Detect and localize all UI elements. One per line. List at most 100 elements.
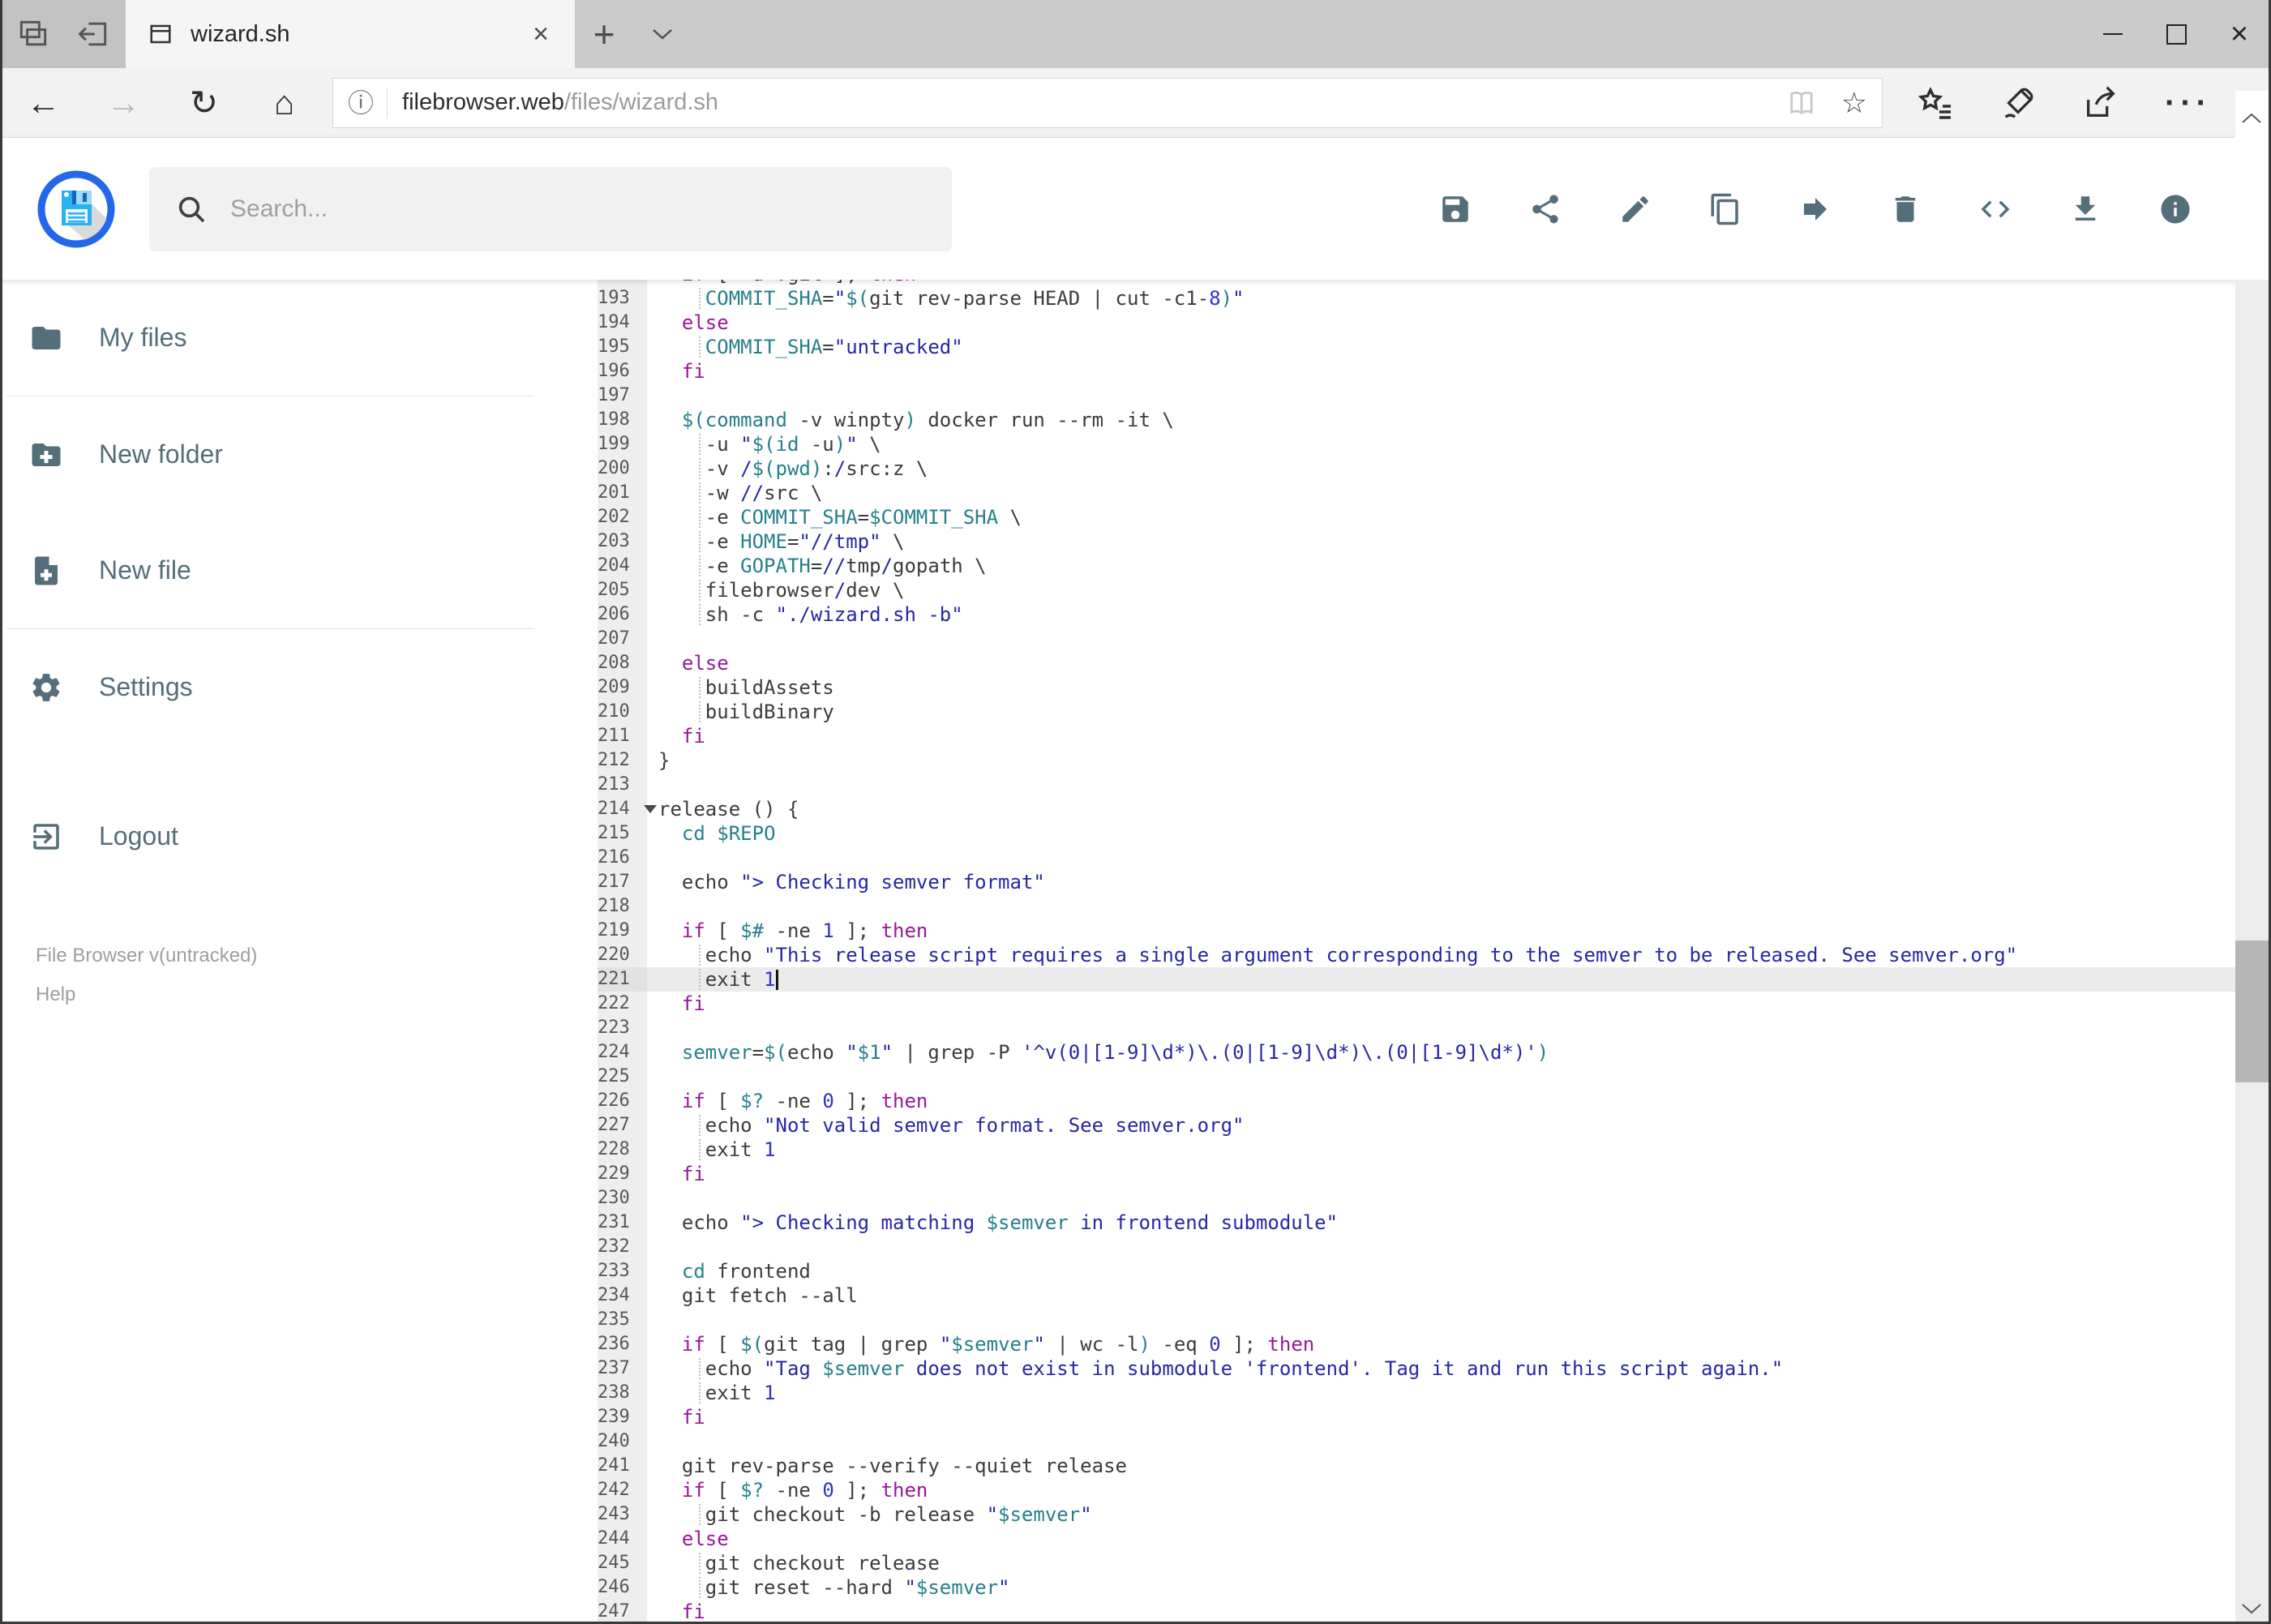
code-text[interactable]: -e GOPATH=//tmp/gopath \ — [647, 554, 2235, 578]
code-line-243[interactable]: 243 git checkout -b release "$semver" — [598, 1502, 2235, 1527]
line-number[interactable]: 209 — [598, 675, 647, 700]
rename-button[interactable] — [1618, 191, 1653, 227]
line-number[interactable]: 223 — [598, 1016, 647, 1040]
code-line-200[interactable]: 200 -v /$(pwd):/src:z \ — [598, 456, 2235, 481]
code-text[interactable]: if [ $? -ne 0 ]; then — [647, 1089, 2235, 1113]
code-line-223[interactable]: 223 — [598, 1016, 2235, 1040]
line-number[interactable]: 198 — [598, 408, 647, 432]
line-number[interactable]: 238 — [598, 1381, 647, 1405]
code-line-194[interactable]: 194 else — [598, 311, 2235, 335]
code-line-214[interactable]: 214 release () { — [598, 797, 2235, 821]
code-line-211[interactable]: 211 fi — [598, 724, 2235, 748]
code-line-226[interactable]: 226 if [ $? -ne 0 ]; then — [598, 1089, 2235, 1113]
code-line-203[interactable]: 203 -e HOME="//tmp" \ — [598, 529, 2235, 554]
code-text[interactable]: fi — [647, 992, 2235, 1016]
code-line-207[interactable]: 207 — [598, 627, 2235, 651]
line-number[interactable]: 215 — [598, 821, 647, 846]
line-number[interactable]: 243 — [598, 1502, 647, 1527]
code-text[interactable]: exit 1 — [647, 1138, 2235, 1162]
download-button[interactable] — [2067, 191, 2103, 227]
maximize-button[interactable] — [2145, 0, 2208, 68]
line-number[interactable]: 237 — [598, 1356, 647, 1381]
line-number[interactable]: 192 — [598, 280, 647, 286]
code-line-201[interactable]: 201 -w //src \ — [598, 481, 2235, 505]
code-text[interactable]: buildBinary — [647, 700, 2235, 724]
code-line-225[interactable]: 225 — [598, 1065, 2235, 1089]
code-line-198[interactable]: 198 $(command -v winpty) docker run --rm… — [598, 408, 2235, 432]
sidebar-item-new-file[interactable]: New file — [0, 512, 598, 628]
tab-close-icon[interactable]: × — [528, 20, 554, 48]
code-editor[interactable]: 192 if [ -d .git ]; then193 COMMIT_SHA="… — [598, 280, 2235, 1624]
line-number[interactable]: 226 — [598, 1089, 647, 1113]
code-text[interactable]: echo "Not valid semver format. See semve… — [647, 1113, 2235, 1138]
code-line-218[interactable]: 218 — [598, 894, 2235, 919]
line-number[interactable]: 203 — [598, 529, 647, 554]
sidebar-item-my-files[interactable]: My files — [0, 280, 598, 396]
add-favorite-star-icon[interactable]: ☆ — [1841, 88, 1867, 118]
code-text[interactable]: exit 1 — [647, 967, 2235, 992]
line-number[interactable]: 233 — [598, 1259, 647, 1283]
delete-button[interactable] — [1888, 191, 1923, 227]
forward-button[interactable]: → — [84, 85, 164, 120]
sidebar-item-settings[interactable]: Settings — [0, 629, 598, 745]
line-number[interactable]: 216 — [598, 846, 647, 870]
filebrowser-logo-icon[interactable] — [37, 170, 115, 248]
code-text[interactable]: $(command -v winpty) docker run --rm -it… — [647, 408, 2235, 432]
code-text[interactable] — [647, 1065, 2235, 1089]
line-number[interactable]: 241 — [598, 1454, 647, 1478]
code-text[interactable] — [647, 1235, 2235, 1259]
search-input[interactable]: Search... — [149, 166, 952, 251]
scroll-down-icon[interactable] — [2240, 1602, 2263, 1615]
code-line-202[interactable]: 202 -e COMMIT_SHA=$COMMIT_SHA \ — [598, 505, 2235, 529]
code-text[interactable]: else — [647, 311, 2235, 335]
code-text[interactable]: -w //src \ — [647, 481, 2235, 505]
code-line-199[interactable]: 199 -u "$(id -u)" \ — [598, 432, 2235, 456]
tab-preview-icon[interactable] — [15, 16, 51, 52]
line-number[interactable]: 224 — [598, 1040, 647, 1065]
code-line-197[interactable]: 197 — [598, 384, 2235, 408]
code-text[interactable]: -e HOME="//tmp" \ — [647, 529, 2235, 554]
code-text[interactable]: sh -c "./wizard.sh -b" — [647, 602, 2235, 627]
code-text[interactable]: echo "This release script requires a sin… — [647, 943, 2235, 967]
set-tabs-aside-icon[interactable] — [75, 16, 111, 52]
line-number[interactable]: 208 — [598, 651, 647, 675]
code-line-245[interactable]: 245 git checkout release — [598, 1551, 2235, 1575]
code-line-224[interactable]: 224 semver=$(echo "$1" | grep -P '^v(0|[… — [598, 1040, 2235, 1065]
code-line-195[interactable]: 195 COMMIT_SHA="untracked" — [598, 335, 2235, 359]
code-text[interactable]: COMMIT_SHA="$(git rev-parse HEAD | cut -… — [647, 286, 2235, 311]
code-text[interactable]: git checkout -b release "$semver" — [647, 1502, 2235, 1527]
code-text[interactable]: fi — [647, 1162, 2235, 1186]
code-line-204[interactable]: 204 -e GOPATH=//tmp/gopath \ — [598, 554, 2235, 578]
code-line-247[interactable]: 247 fi — [598, 1600, 2235, 1624]
line-number[interactable]: 213 — [598, 773, 647, 797]
line-number[interactable]: 222 — [598, 992, 647, 1016]
code-line-240[interactable]: 240 — [598, 1429, 2235, 1454]
sidebar-item-new-folder[interactable]: New folder — [0, 396, 598, 512]
code-line-206[interactable]: 206 sh -c "./wizard.sh -b" — [598, 602, 2235, 627]
line-number[interactable]: 201 — [598, 481, 647, 505]
line-number[interactable]: 219 — [598, 919, 647, 943]
code-line-229[interactable]: 229 fi — [598, 1162, 2235, 1186]
code-line-244[interactable]: 244 else — [598, 1527, 2235, 1551]
code-text[interactable] — [647, 773, 2235, 797]
line-number[interactable]: 205 — [598, 578, 647, 602]
code-text[interactable]: semver=$(echo "$1" | grep -P '^v(0|[1-9]… — [647, 1040, 2235, 1065]
code-text[interactable]: if [ -d .git ]; then — [647, 280, 2235, 286]
share-button[interactable] — [1528, 191, 1563, 227]
minimize-button[interactable] — [2081, 0, 2145, 68]
line-number[interactable]: 197 — [598, 384, 647, 408]
code-text[interactable]: COMMIT_SHA="untracked" — [647, 335, 2235, 359]
close-window-button[interactable]: × — [2208, 0, 2271, 68]
code-line-208[interactable]: 208 else — [598, 651, 2235, 675]
code-line-209[interactable]: 209 buildAssets — [598, 675, 2235, 700]
line-number[interactable]: 204 — [598, 554, 647, 578]
refresh-button[interactable]: ↻ — [164, 85, 244, 120]
line-number[interactable]: 195 — [598, 335, 647, 359]
code-line-230[interactable]: 230 — [598, 1186, 2235, 1211]
line-number[interactable]: 207 — [598, 627, 647, 651]
code-line-233[interactable]: 233 cd frontend — [598, 1259, 2235, 1283]
code-text[interactable] — [647, 846, 2235, 870]
code-line-213[interactable]: 213 — [598, 773, 2235, 797]
code-line-241[interactable]: 241 git rev-parse --verify --quiet relea… — [598, 1454, 2235, 1478]
code-text[interactable] — [647, 1186, 2235, 1211]
